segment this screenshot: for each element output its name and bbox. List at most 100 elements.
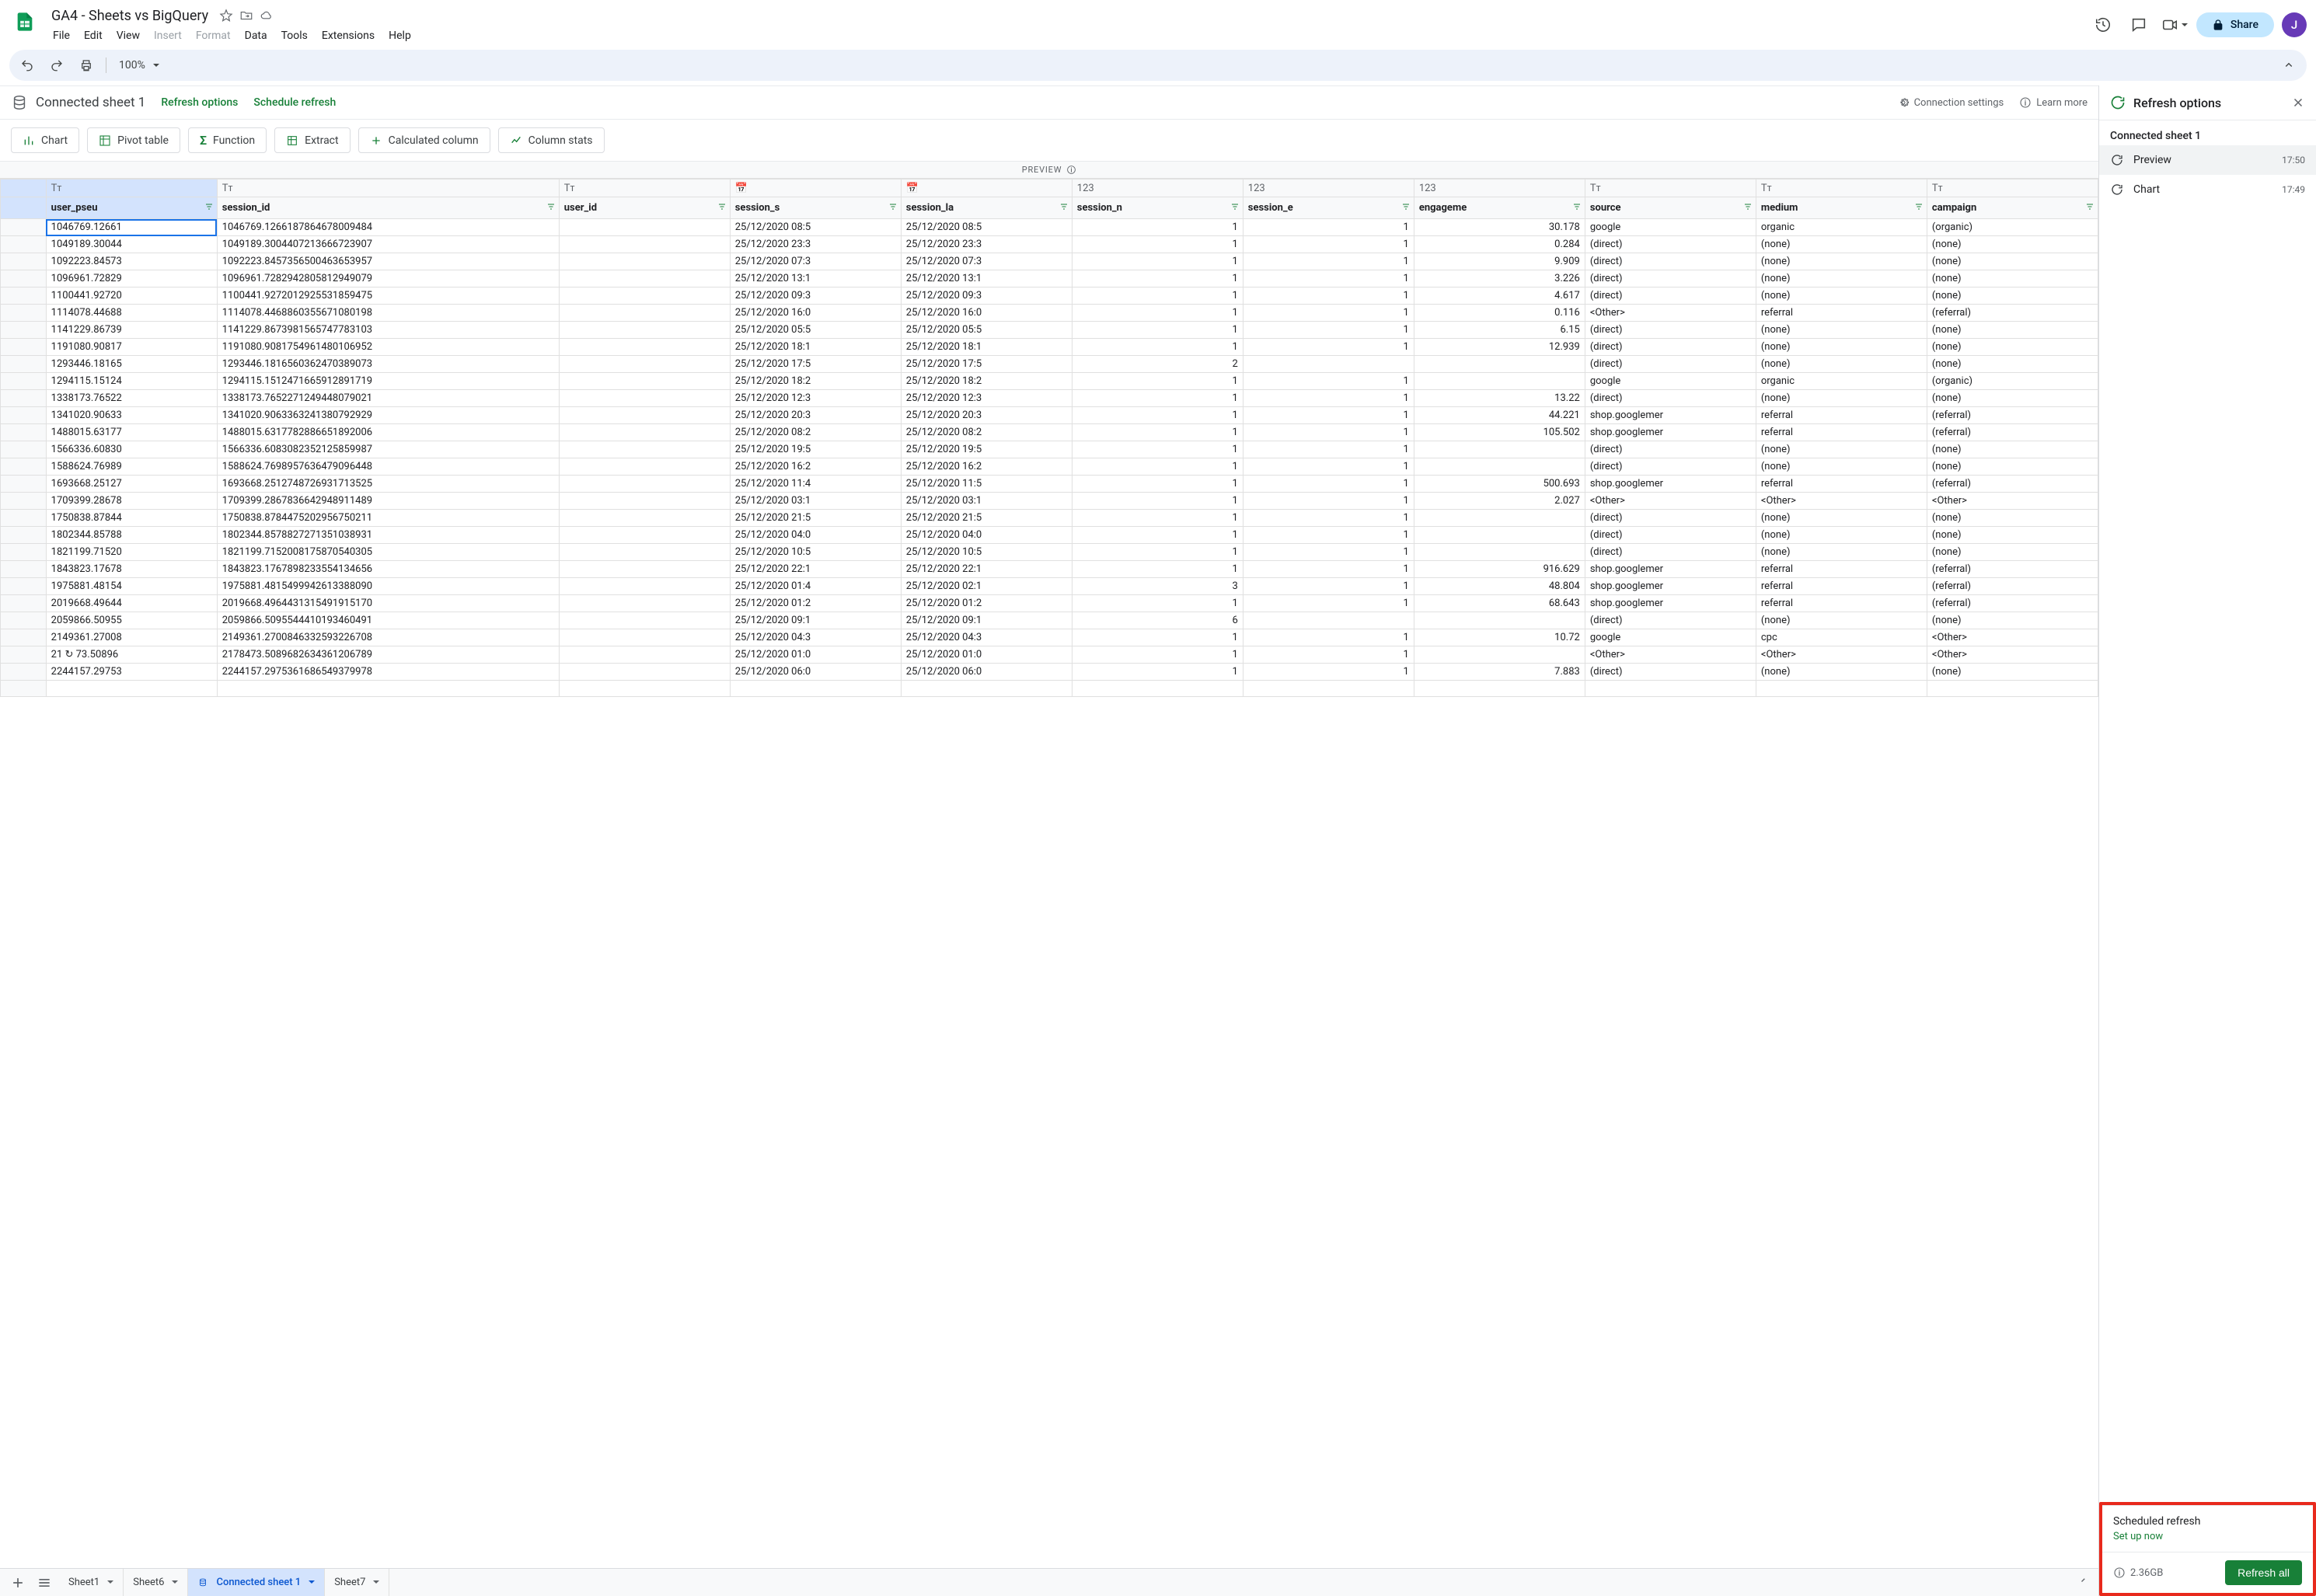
cell[interactable]: 25/12/2020 01:0 (730, 646, 901, 664)
cell[interactable]: 1 (1243, 544, 1414, 561)
cell[interactable]: 1 (1243, 424, 1414, 441)
cell[interactable] (901, 681, 1072, 697)
cell[interactable]: 1 (1243, 322, 1414, 339)
cell[interactable]: 1 (1072, 510, 1243, 527)
cell[interactable]: 25/12/2020 23:3 (901, 236, 1072, 253)
cell[interactable]: 1802344.85788 (46, 527, 217, 544)
cell[interactable]: (none) (1756, 356, 1927, 373)
table-row[interactable]: 1750838.878441750838.8784475202956750211… (1, 510, 2098, 527)
table-row[interactable]: 1096961.728291096961.7282942805812949079… (1, 270, 2098, 287)
filter-icon[interactable] (204, 202, 214, 211)
cell[interactable] (1243, 356, 1414, 373)
cell[interactable]: 1 (1072, 236, 1243, 253)
cell[interactable] (559, 629, 730, 646)
menu-extensions[interactable]: Extensions (316, 26, 381, 45)
cell[interactable]: 1 (1072, 253, 1243, 270)
cell[interactable]: 25/12/2020 22:1 (901, 561, 1072, 578)
cell[interactable]: 1 (1243, 493, 1414, 510)
cell[interactable]: 25/12/2020 04:0 (730, 527, 901, 544)
column-header-source[interactable]: source (1585, 197, 1756, 219)
cell[interactable]: <Other> (1927, 493, 2098, 510)
filter-icon[interactable] (1230, 202, 1240, 211)
row-header[interactable] (1, 646, 47, 664)
row-header[interactable] (1, 407, 47, 424)
cell[interactable]: 1 (1243, 253, 1414, 270)
table-row[interactable]: 1092223.845731092223.8457356500463653957… (1, 253, 2098, 270)
row-header[interactable] (1, 441, 47, 458)
cell[interactable]: 1 (1072, 390, 1243, 407)
cell[interactable]: 1 (1243, 407, 1414, 424)
cell[interactable]: (organic) (1927, 373, 2098, 390)
column-header-user_pseu[interactable]: user_pseu (46, 197, 217, 219)
cell[interactable] (1414, 646, 1585, 664)
cell[interactable] (559, 407, 730, 424)
add-sheet-icon[interactable] (6, 1571, 30, 1594)
row-header[interactable] (1, 612, 47, 629)
cell[interactable]: (direct) (1585, 544, 1756, 561)
cell[interactable]: 1 (1243, 236, 1414, 253)
cell[interactable]: 1750838.87844 (46, 510, 217, 527)
cell[interactable]: 13.22 (1414, 390, 1585, 407)
cell[interactable] (1243, 681, 1414, 697)
cell[interactable] (559, 373, 730, 390)
cell[interactable]: 2244157.2975361686549379978 (217, 664, 559, 681)
cell[interactable]: 1975881.4815499942613388090 (217, 578, 559, 595)
column-header-medium[interactable]: medium (1756, 197, 1927, 219)
cell[interactable]: (referral) (1927, 407, 2098, 424)
cell[interactable]: google (1585, 373, 1756, 390)
cell[interactable]: cpc (1756, 629, 1927, 646)
cell[interactable]: 1 (1243, 476, 1414, 493)
cell[interactable]: shop.googlemer (1585, 578, 1756, 595)
cell[interactable]: shop.googlemer (1585, 476, 1756, 493)
cell[interactable]: 1293446.1816560362470389073 (217, 356, 559, 373)
table-row[interactable]: 1843823.176781843823.1767898233554134656… (1, 561, 2098, 578)
cell[interactable]: (none) (1756, 510, 1927, 527)
account-avatar[interactable]: J (2282, 12, 2307, 37)
cell[interactable]: 1191080.9081754961480106952 (217, 339, 559, 356)
cell[interactable]: 1 (1072, 493, 1243, 510)
cell[interactable] (559, 236, 730, 253)
connection-settings-link[interactable]: Connection settings (1897, 96, 2004, 109)
cell[interactable]: 7.883 (1414, 664, 1585, 681)
cell[interactable]: 2 (1072, 356, 1243, 373)
chart-chip[interactable]: Chart (11, 127, 79, 153)
sheet-tab-sheet6[interactable]: Sheet6 (124, 1569, 188, 1596)
cell[interactable] (559, 219, 730, 236)
cell[interactable]: 25/12/2020 02:1 (901, 578, 1072, 595)
row-header[interactable] (1, 595, 47, 612)
cell[interactable]: 25/12/2020 21:5 (730, 510, 901, 527)
cell[interactable] (559, 322, 730, 339)
cell[interactable]: 25/12/2020 23:3 (730, 236, 901, 253)
cell[interactable]: (direct) (1585, 287, 1756, 305)
cell[interactable]: 10.72 (1414, 629, 1585, 646)
cell[interactable]: (none) (1756, 612, 1927, 629)
column-header-session_la[interactable]: session_la (901, 197, 1072, 219)
cell[interactable]: (none) (1756, 458, 1927, 476)
cell[interactable]: 1843823.1767898233554134656 (217, 561, 559, 578)
cell[interactable]: 2149361.27008 (46, 629, 217, 646)
table-row[interactable]: 1821199.715201821199.7152008175870540305… (1, 544, 2098, 561)
table-row[interactable]: 1488015.631771488015.6317782886651892006… (1, 424, 2098, 441)
table-row[interactable]: 1802344.857881802344.8578827271351038931… (1, 527, 2098, 544)
column-header-campaign[interactable]: campaign (1927, 197, 2098, 219)
table-row[interactable]: 1693668.251271693668.2512748726931713525… (1, 476, 2098, 493)
cell[interactable]: 1 (1072, 270, 1243, 287)
pivot-chip[interactable]: Pivot table (87, 127, 180, 153)
row-header[interactable] (1, 510, 47, 527)
cell[interactable]: 1092223.8457356500463653957 (217, 253, 559, 270)
cell[interactable]: (referral) (1927, 595, 2098, 612)
cell[interactable]: 25/12/2020 05:5 (901, 322, 1072, 339)
cell[interactable]: 1096961.7282942805812949079 (217, 270, 559, 287)
cell[interactable]: (none) (1756, 253, 1927, 270)
cell[interactable] (1414, 458, 1585, 476)
filter-icon[interactable] (1914, 202, 1924, 211)
refresh-options-link[interactable]: Refresh options (161, 96, 238, 109)
comment-icon[interactable] (2125, 11, 2153, 39)
cell[interactable]: 12.939 (1414, 339, 1585, 356)
cell[interactable]: (referral) (1927, 424, 2098, 441)
cell[interactable]: 25/12/2020 16:2 (730, 458, 901, 476)
cell[interactable]: referral (1756, 476, 1927, 493)
cell[interactable] (1414, 356, 1585, 373)
cell[interactable] (1414, 510, 1585, 527)
cell[interactable]: 25/12/2020 04:3 (901, 629, 1072, 646)
